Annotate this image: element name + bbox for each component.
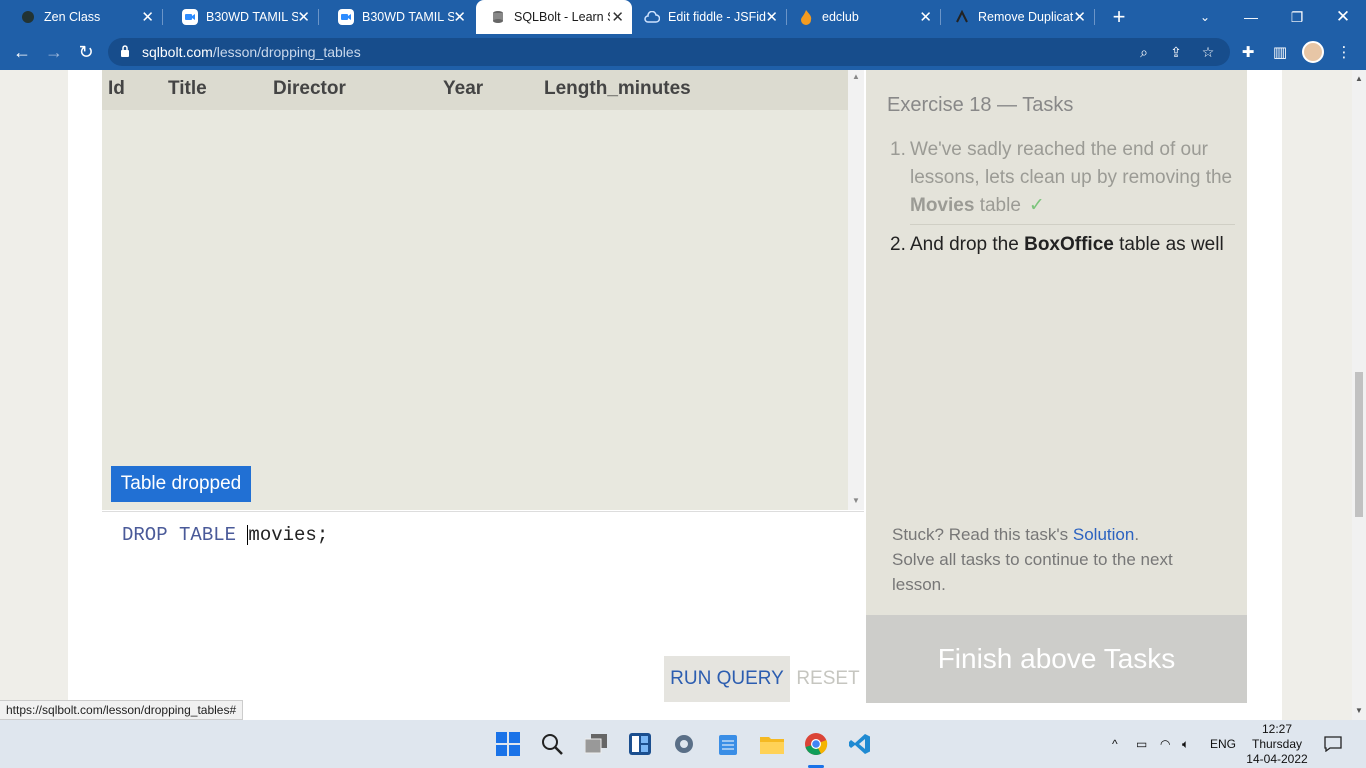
column-title: Title (168, 78, 207, 99)
url-text: sqlbolt.com/lesson/dropping_tables (142, 44, 361, 60)
checkmark-icon: ✓ (1028, 195, 1045, 216)
close-icon[interactable]: ✕ (611, 8, 624, 26)
tab-title: Remove Duplicat (978, 10, 1074, 24)
tab-b30wd-2[interactable]: B30WD TAMIL Se ✕ (318, 0, 474, 34)
close-icon[interactable]: ✕ (453, 8, 466, 26)
tab-title: edclub (822, 10, 859, 24)
column-director: Director (273, 78, 346, 99)
restore-icon[interactable]: ❐ (1274, 0, 1320, 34)
menu-icon[interactable]: ⋮ (1334, 42, 1354, 62)
tab-jsfiddle[interactable]: Edit fiddle - JSFid ✕ (632, 0, 786, 34)
tab-title: B30WD TAMIL Se (206, 10, 298, 24)
windows-start-icon[interactable] (492, 728, 524, 760)
browser-tab-strip: Zen Class ✕ B30WD TAMIL Se ✕ B30WD TAMIL… (0, 0, 1366, 34)
zoom-video-icon (338, 9, 354, 25)
tab-b30wd-1[interactable]: B30WD TAMIL Se ✕ (162, 0, 318, 34)
share-icon[interactable]: ⇪ (1167, 43, 1185, 61)
tab-zen-class[interactable]: Zen Class ✕ (0, 0, 162, 34)
solution-link[interactable]: Solution (1073, 525, 1134, 544)
tab-title: Zen Class (44, 10, 101, 24)
zoom-video-icon (182, 9, 198, 25)
scroll-up-icon[interactable]: ▲ (852, 72, 860, 81)
column-year: Year (443, 78, 484, 99)
results-table: Id Title Director Year Length_minutes (102, 70, 848, 510)
forward-icon[interactable]: → (42, 40, 66, 64)
settings-gear-icon[interactable] (668, 728, 700, 760)
tab-title: SQLBolt - Learn S (514, 10, 610, 24)
column-length-minutes: Length_minutes (544, 78, 691, 99)
column-id: Id (108, 78, 125, 99)
task-view-icon[interactable] (580, 728, 612, 760)
profile-avatar[interactable] (1302, 41, 1324, 63)
bookmark-star-icon[interactable]: ☆ (1199, 43, 1217, 61)
lock-icon (121, 45, 129, 57)
close-icon[interactable]: ✕ (765, 8, 778, 26)
finish-tasks-button[interactable]: Finish above Tasks (866, 615, 1247, 703)
page-scrollbar[interactable]: ▲ ▼ (1352, 70, 1366, 720)
file-explorer-icon[interactable] (756, 728, 788, 760)
results-header-row: Id Title Director Year Length_minutes (102, 70, 848, 110)
scroll-down-icon[interactable]: ▼ (1355, 706, 1363, 715)
system-clock[interactable]: 12:27 Thursday 14-04-2022 (1238, 720, 1316, 768)
close-icon[interactable]: ✕ (141, 8, 154, 26)
show-hidden-icons[interactable]: ^ (1112, 720, 1118, 768)
database-icon (490, 9, 506, 25)
close-icon[interactable]: ✕ (919, 8, 932, 26)
tab-sqlbolt[interactable]: SQLBolt - Learn S ✕ (476, 0, 632, 34)
reset-button[interactable]: RESET (790, 656, 866, 702)
widgets-icon[interactable] (624, 728, 656, 760)
flame-icon (798, 9, 814, 25)
search-icon[interactable] (536, 728, 568, 760)
zen-class-icon (20, 9, 36, 25)
reload-icon[interactable]: ↻ (74, 40, 98, 64)
notification-icon[interactable] (1324, 720, 1342, 768)
language-indicator[interactable]: ENG (1210, 720, 1236, 768)
scroll-up-icon[interactable]: ▲ (1355, 74, 1363, 83)
chrome-icon[interactable] (800, 728, 832, 760)
tab-edclub[interactable]: edclub ✕ (786, 0, 940, 34)
volume-icon[interactable]: 🔈︎ (1182, 720, 1189, 768)
tab-search-icon[interactable]: ⌄ (1182, 0, 1228, 34)
tab-title: Edit fiddle - JSFid (668, 10, 766, 24)
zoom-icon[interactable]: ⌕ (1135, 43, 1153, 61)
sql-code[interactable]: DROP TABLE movies; (122, 524, 328, 546)
wifi-icon[interactable]: ◠ (1160, 720, 1170, 768)
minimize-icon[interactable]: — (1228, 0, 1274, 34)
results-scrollbar[interactable]: ▲ ▼ (848, 70, 864, 510)
windows-taskbar: ^ ▭ ◠ 🔈︎ ENG 12:27 Thursday 14-04-2022 (0, 720, 1366, 768)
tasks-title: Exercise 18 — Tasks (887, 94, 1074, 116)
cloud-icon (644, 9, 660, 25)
tab-remove-duplicates[interactable]: Remove Duplicat ✕ (940, 0, 1094, 34)
tasks-panel: Exercise 18 — Tasks 1. We've sadly reach… (866, 70, 1247, 615)
battery-icon[interactable]: ▭ (1136, 720, 1147, 768)
status-toast: Table dropped (111, 466, 251, 502)
new-tab-button[interactable]: + (1109, 4, 1129, 30)
scroll-down-icon[interactable]: ▼ (852, 496, 860, 505)
close-window-icon[interactable]: ✕ (1320, 0, 1366, 34)
extensions-icon[interactable]: ✚ (1238, 42, 1258, 62)
scrollbar-thumb[interactable] (1355, 372, 1363, 517)
tab-title: B30WD TAMIL Se (362, 10, 454, 24)
back-icon[interactable]: ← (10, 40, 34, 64)
run-query-button[interactable]: RUN QUERY (664, 656, 790, 702)
status-bar-url: https://sqlbolt.com/lesson/dropping_tabl… (0, 700, 244, 720)
vscode-icon[interactable] (844, 728, 876, 760)
address-bar[interactable]: sqlbolt.com/lesson/dropping_tables ⌕ ⇪ ☆ (108, 38, 1230, 66)
side-panel-icon[interactable]: ▥ (1270, 42, 1290, 62)
close-icon[interactable]: ✕ (1073, 8, 1086, 26)
help-text: Stuck? Read this task's Solution. Solve … (892, 525, 1173, 594)
close-icon[interactable]: ✕ (297, 8, 310, 26)
page-viewport: Id Title Director Year Length_minutes ▲ … (0, 70, 1352, 720)
code-icon (954, 9, 970, 25)
notepad-icon[interactable] (712, 728, 744, 760)
browser-toolbar: ← → ↻ sqlbolt.com/lesson/dropping_tables… (0, 34, 1366, 70)
